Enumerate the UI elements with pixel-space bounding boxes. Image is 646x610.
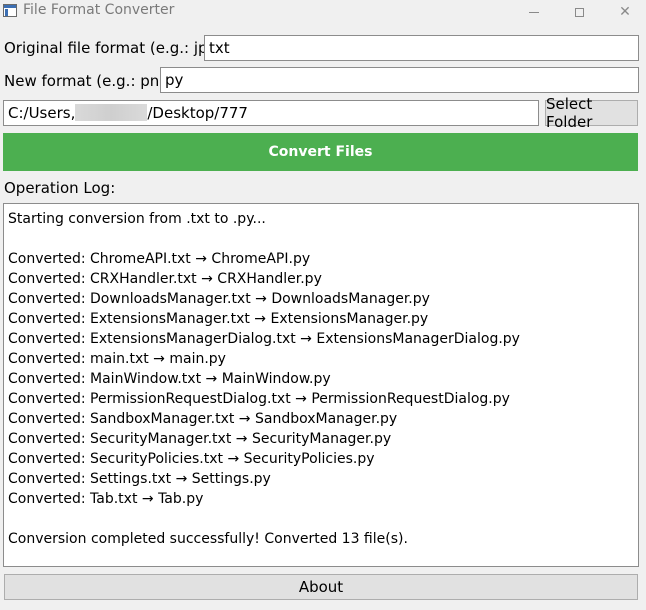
about-button[interactable]: About	[4, 574, 638, 600]
maximize-button[interactable]	[556, 0, 602, 24]
log-line: Converted: ExtensionsManagerDialog.txt →…	[8, 331, 520, 347]
new-format-input[interactable]	[160, 67, 639, 93]
folder-path-prefix: C:/Users,	[8, 104, 76, 122]
redacted-username	[75, 104, 148, 121]
log-line: Converted: SecurityManager.txt → Securit…	[8, 431, 392, 447]
log-line: Converted: PermissionRequestDialog.txt →…	[8, 391, 510, 407]
original-format-label: Original file format (e.g.: jpg):	[4, 39, 228, 57]
title-bar: File Format Converter ✕	[0, 0, 646, 24]
select-folder-button[interactable]: Select Folder	[545, 95, 638, 131]
log-line: Converted: SecurityPolicies.txt → Securi…	[8, 451, 375, 467]
minimize-button[interactable]	[511, 0, 557, 24]
log-line: Starting conversion from .txt to .py...	[8, 211, 266, 227]
original-format-input[interactable]	[204, 35, 639, 61]
log-line: Converted: Tab.txt → Tab.py	[8, 491, 204, 507]
new-format-label: New format (e.g.: png):	[4, 72, 180, 90]
folder-path-input[interactable]: C:/Users, /Desktop/777	[3, 100, 539, 126]
minimize-icon	[529, 11, 539, 13]
log-line: Conversion completed successfully! Conve…	[8, 531, 408, 547]
log-line: Converted: Settings.txt → Settings.py	[8, 471, 271, 487]
log-line: Converted: SandboxManager.txt → SandboxM…	[8, 411, 398, 427]
operation-log-textarea[interactable]: Starting conversion from .txt to .py... …	[3, 203, 639, 567]
app-window-icon	[3, 4, 17, 17]
operation-log-label: Operation Log:	[4, 179, 116, 197]
log-line: Converted: MainWindow.txt → MainWindow.p…	[8, 371, 331, 387]
close-icon: ✕	[619, 4, 631, 20]
maximize-icon	[574, 7, 584, 17]
log-line: Converted: CRXHandler.txt → CRXHandler.p…	[8, 271, 322, 287]
log-line: Converted: ChromeAPI.txt → ChromeAPI.py	[8, 251, 311, 267]
close-button[interactable]: ✕	[602, 0, 646, 24]
convert-files-button[interactable]: Convert Files	[3, 133, 638, 171]
window-title: File Format Converter	[23, 2, 175, 18]
log-line: Converted: main.txt → main.py	[8, 351, 226, 367]
log-line: Converted: DownloadsManager.txt → Downlo…	[8, 291, 430, 307]
folder-path-suffix: /Desktop/777	[147, 104, 248, 122]
log-line: Converted: ExtensionsManager.txt → Exten…	[8, 311, 429, 327]
